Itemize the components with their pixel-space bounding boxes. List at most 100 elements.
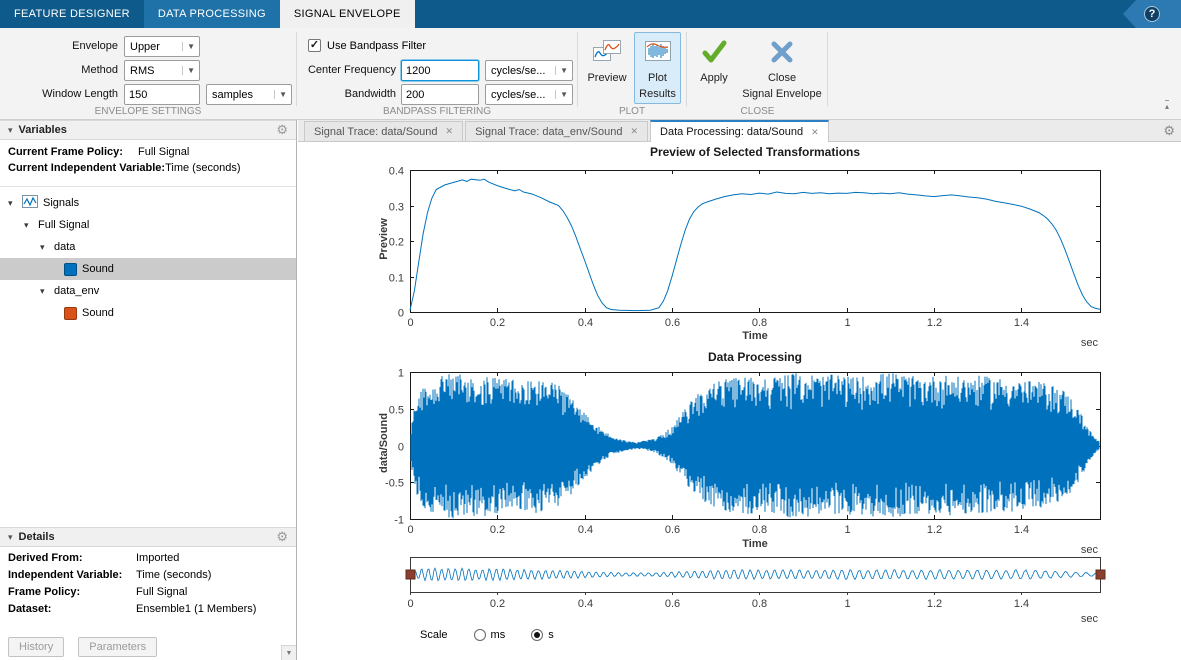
info-row: Current Independent Variable: Time (seco… <box>0 160 296 176</box>
close-signal-envelope-button[interactable]: Close Signal Envelope <box>740 32 824 104</box>
doc-tab-data-processing-data-sound[interactable]: Data Processing: data/Sound ✕ <box>650 120 829 142</box>
envelope-dropdown-value: Upper <box>130 41 178 53</box>
tree-item-signals[interactable]: ▾ Signals <box>0 192 296 214</box>
apply-button[interactable]: Apply <box>692 32 736 104</box>
svg-text:0.8: 0.8 <box>752 598 767 610</box>
help-button[interactable]: ? <box>1123 0 1181 28</box>
svg-text:0: 0 <box>407 317 413 329</box>
bandwidth-unit-dropdown[interactable]: cycles/se... ▼ <box>485 84 573 105</box>
app-tab-data-processing[interactable]: DATA PROCESSING <box>144 0 280 28</box>
window-length-input[interactable] <box>124 84 200 105</box>
gear-icon[interactable]: ⚙ <box>1163 123 1175 139</box>
svg-text:0.6: 0.6 <box>665 598 680 610</box>
signals-plot-icon <box>22 195 38 211</box>
chevron-down-icon: ▾ <box>40 286 49 297</box>
use-bandpass-checkbox[interactable]: ✓ Use Bandpass Filter <box>308 39 426 52</box>
bandwidth-input[interactable] <box>401 84 479 105</box>
charts-canvas[interactable]: 00.20.40.60.811.21.400.10.20.30.400.20.4… <box>298 142 1181 660</box>
info-row: Current Frame Policy: Full Signal <box>0 144 296 160</box>
panner-left-handle[interactable] <box>406 570 415 579</box>
tree-item-data-env[interactable]: ▾ data_env <box>0 280 296 302</box>
svg-text:0.2: 0.2 <box>490 524 505 536</box>
preview-icon <box>592 39 622 69</box>
radio-icon <box>531 629 543 641</box>
app-tab-feature-designer[interactable]: FEATURE DESIGNER <box>0 0 144 28</box>
close-tab-icon[interactable]: ✕ <box>446 126 454 137</box>
tree-item-full-signal[interactable]: ▾ Full Signal <box>0 214 296 236</box>
dropdown-arrow-icon: ▼ <box>182 42 199 51</box>
divider <box>0 186 296 187</box>
close-button-label-line1: Close <box>768 72 796 85</box>
svg-text:0.4: 0.4 <box>389 166 404 178</box>
center-frequency-unit-value: cycles/se... <box>491 65 551 77</box>
section-divider <box>686 32 687 106</box>
history-button[interactable]: History <box>8 637 64 657</box>
center-frequency-input[interactable] <box>401 60 479 81</box>
plot-results-button-label-line2: Results <box>639 88 676 101</box>
document-tab-bar: Signal Trace: data/Sound ✕ Signal Trace:… <box>298 120 1181 142</box>
details-row: Independent Variable: Time (seconds) <box>0 567 296 584</box>
svg-text:0.4: 0.4 <box>578 524 593 536</box>
details-row: Frame Policy: Full Signal <box>0 584 296 601</box>
doc-tab-signal-trace-data-sound[interactable]: Signal Trace: data/Sound ✕ <box>304 121 463 141</box>
radio-ms[interactable]: ms <box>474 629 506 641</box>
details-label: Dataset: <box>8 603 136 615</box>
window-length-unit-dropdown[interactable]: samples ▼ <box>206 84 292 105</box>
svg-text:0.3: 0.3 <box>389 202 404 214</box>
x-axis-unit-sec-1: sec <box>1058 337 1098 349</box>
close-tab-icon[interactable]: ✕ <box>811 127 819 138</box>
method-dropdown[interactable]: RMS ▼ <box>124 60 200 81</box>
parameters-button[interactable]: Parameters <box>78 637 157 657</box>
svg-text:0.8: 0.8 <box>752 317 767 329</box>
doc-tab-label: Data Processing: data/Sound <box>660 126 803 138</box>
tree-item-data-sound[interactable]: Sound <box>0 258 296 280</box>
sidebar-scroll-down-button[interactable]: ▼ <box>281 645 296 660</box>
svg-text:1: 1 <box>844 598 850 610</box>
info-value: Time (seconds) <box>165 162 240 174</box>
tree-item-data[interactable]: ▾ data <box>0 236 296 258</box>
chevron-down-icon: ▾ <box>8 198 17 209</box>
section-label-plot: PLOT <box>578 106 686 118</box>
svg-text:1.2: 1.2 <box>927 317 942 329</box>
variables-panel-header[interactable]: ▾ Variables ⚙ <box>0 120 296 140</box>
tree-item-label: Sound <box>82 263 114 275</box>
signal-color-chip <box>64 263 77 276</box>
doc-tab-label: Signal Trace: data_env/Sound <box>475 126 622 138</box>
details-row: Derived From: Imported <box>0 550 296 567</box>
section-label-close: CLOSE <box>687 106 828 118</box>
doc-tab-label: Signal Trace: data/Sound <box>314 126 438 138</box>
tree-item-data-env-sound[interactable]: Sound <box>0 302 296 324</box>
details-panel-header[interactable]: ▾ Details ⚙ <box>0 527 296 547</box>
details-value: Ensemble1 (1 Members) <box>136 603 256 615</box>
close-tab-icon[interactable]: ✕ <box>630 126 638 137</box>
radio-s-label: s <box>548 629 554 641</box>
scale-label: Scale <box>420 629 448 641</box>
plot-results-button[interactable]: Plot Results <box>634 32 681 104</box>
chevron-down-icon: ▾ <box>24 220 33 231</box>
collapse-ribbon-button[interactable]: ▴ <box>1165 100 1169 111</box>
svg-text:1: 1 <box>398 368 404 380</box>
x-axis-unit-sec-panner: sec <box>1058 613 1098 625</box>
svg-text:0: 0 <box>407 598 413 610</box>
envelope-dropdown[interactable]: Upper ▼ <box>124 36 200 57</box>
collapse-panel-icon: ▾ <box>8 125 13 136</box>
x-axis-unit-sec-2: sec <box>1058 544 1098 556</box>
svg-text:0.2: 0.2 <box>490 598 505 610</box>
scale-row: Scale ms s <box>420 629 554 641</box>
x-axis-label-time-2: Time <box>410 538 1100 550</box>
details-rows: Derived From: Imported Independent Varia… <box>0 550 296 618</box>
use-bandpass-label: Use Bandpass Filter <box>327 40 426 52</box>
svg-text:1.2: 1.2 <box>927 598 942 610</box>
center-frequency-unit-dropdown[interactable]: cycles/se... ▼ <box>485 60 573 81</box>
radio-icon <box>474 629 486 641</box>
svg-text:0.5: 0.5 <box>389 405 404 417</box>
details-label: Independent Variable: <box>8 569 136 581</box>
radio-s[interactable]: s <box>531 629 554 641</box>
gear-icon[interactable]: ⚙ <box>276 122 288 138</box>
doc-tab-signal-trace-data-env-sound[interactable]: Signal Trace: data_env/Sound ✕ <box>465 121 648 141</box>
app-tab-signal-envelope[interactable]: SIGNAL ENVELOPE <box>280 0 415 28</box>
preview-button[interactable]: Preview <box>584 32 630 104</box>
details-value: Time (seconds) <box>136 569 211 581</box>
gear-icon[interactable]: ⚙ <box>276 529 288 545</box>
panner-right-handle[interactable] <box>1096 570 1105 579</box>
